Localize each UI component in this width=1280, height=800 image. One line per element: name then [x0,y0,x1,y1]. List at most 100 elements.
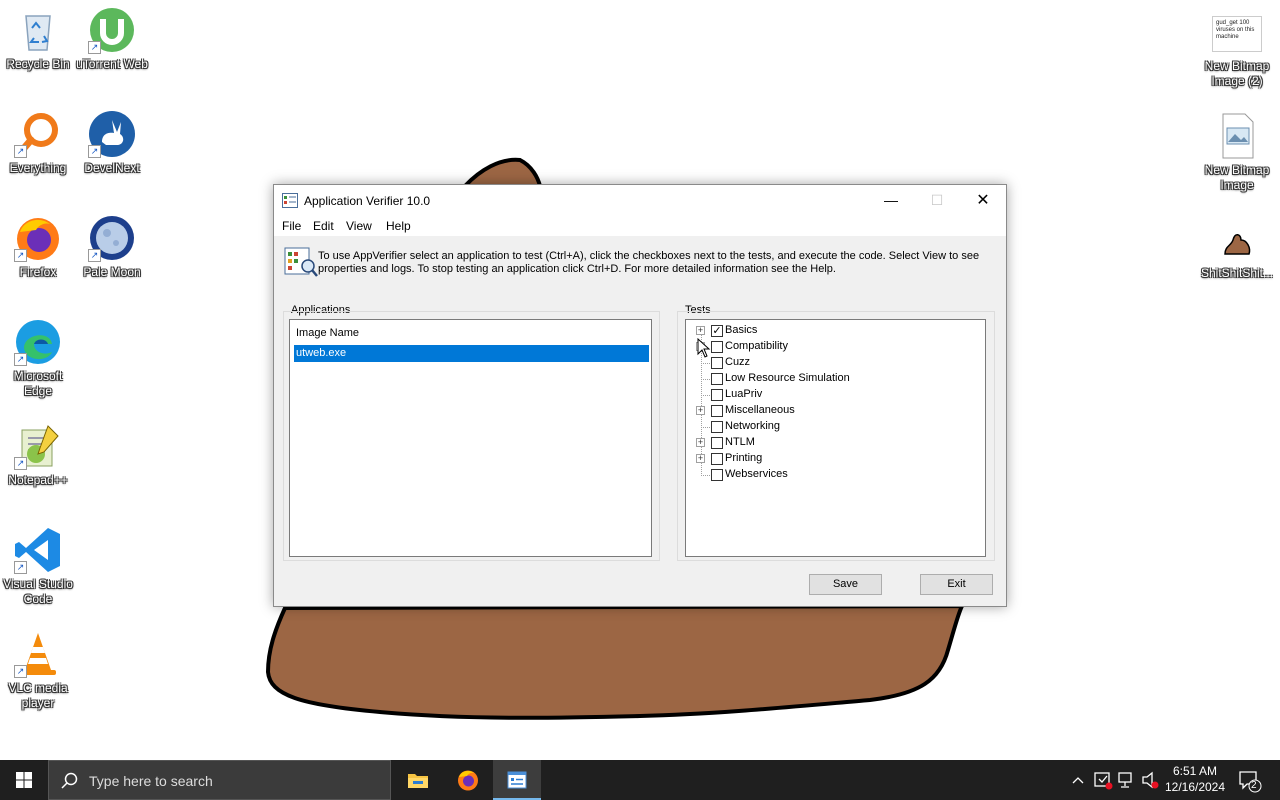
application-row-selected[interactable]: utweb.exe [294,345,649,362]
menu-bar: File Edit View Help [274,216,1006,236]
info-checklist-icon [284,247,318,277]
desktop-icon-vlc[interactable]: ↗ VLC media player [0,630,76,711]
desktop-icon-notepad-plus-plus[interactable]: ↗ Notepad++ [0,422,76,488]
desktop-icon-develnext[interactable]: ↗ DevelNext [74,110,150,176]
shortcut-arrow-icon: ↗ [14,665,27,678]
window-title: Application Verifier 10.0 [304,194,431,208]
tests-tree[interactable]: + ✓Basics +CompatibilityCuzzLow Resource S… [685,319,986,557]
desktop-icon-label: uTorrent Web [76,57,148,71]
test-item[interactable]: + ✓ Basics [686,323,976,339]
test-checkbox[interactable] [711,453,723,465]
applications-list[interactable]: Image Name utweb.exe [289,319,652,557]
desktop-icon-shitshitshit[interactable]: ShitShitShit... [1199,222,1275,281]
test-checkbox[interactable] [711,341,723,353]
show-hidden-icons-button[interactable] [1068,760,1088,800]
tray-security-icon-button[interactable] [1092,760,1114,800]
taskbar-search-box[interactable]: Type here to search [48,760,391,800]
desktop-icon-recycle-bin[interactable]: Recycle Bin [0,6,76,72]
desktop-icon-firefox[interactable]: ↗ Firefox [0,214,76,280]
menu-file[interactable]: File [282,219,301,233]
test-checkbox[interactable] [711,373,723,385]
clock-time: 6:51 AM [1172,764,1218,778]
desktop-icon-label: ShitShitShit... [1200,266,1274,280]
maximize-button: ☐ [914,185,960,216]
test-label: NTLM [725,436,755,448]
network-icon [1118,772,1132,788]
test-item[interactable]: Webservices [686,467,976,483]
taskbar-firefox[interactable] [444,760,492,800]
menu-edit[interactable]: Edit [313,219,334,233]
taskbar: Type here to search 6:51 AM 12/16/2024 2 [0,760,1280,800]
expand-icon[interactable]: + [696,326,705,335]
minimize-icon: — [884,192,898,208]
desktop-icon-label: Notepad++ [8,473,68,487]
test-item[interactable]: +Compatibility [686,339,976,355]
save-button[interactable]: Save [809,574,882,595]
test-label: Webservices [725,468,788,480]
shortcut-arrow-icon: ↗ [88,145,101,158]
desktop-icon-everything[interactable]: ↗ Everything [0,110,76,176]
expand-icon[interactable]: + [696,438,705,447]
taskbar-file-explorer[interactable] [394,760,442,800]
shortcut-arrow-icon: ↗ [14,249,27,262]
desktop-icon-label: Everything [9,161,67,175]
test-checkbox[interactable] [711,421,723,433]
desktop-icon-label: Recycle Bin [6,57,70,71]
network-button[interactable] [1116,760,1138,800]
recycle-bin-icon [25,15,51,51]
desktop-icon-vscode[interactable]: ↗ Visual Studio Code [0,526,76,607]
bitmap-thumbnail: gud_get 100 viruses on this machine [1212,16,1262,52]
volume-button[interactable] [1140,760,1162,800]
desktop-icon-label: DevelNext [84,161,140,175]
test-checkbox[interactable] [711,389,723,401]
notification-count-badge: 2 [1251,780,1257,791]
test-label: Basics [725,324,758,336]
test-checkbox[interactable] [711,437,723,449]
action-center-button[interactable]: 2 [1234,760,1270,800]
expand-icon[interactable]: + [696,406,705,415]
minimize-button[interactable]: — [868,185,914,216]
mouse-cursor-icon [697,338,711,358]
desktop-icon-utorrent-web[interactable]: ↗ uTorrent Web [74,6,150,72]
taskbar-clock[interactable]: 6:51 AM 12/16/2024 [1160,763,1230,795]
shortcut-arrow-icon: ↗ [14,353,27,366]
search-icon [61,772,78,789]
test-checkbox[interactable] [711,469,723,481]
image-name-column-header[interactable]: Image Name [296,327,359,339]
tree-connector [701,363,710,364]
test-item[interactable]: Low Resource Simulation [686,371,976,387]
desktop-icon-label: Visual Studio Code [3,577,73,606]
volume-muted-icon [1142,771,1159,789]
close-button[interactable]: ✕ [960,185,1006,216]
shortcut-arrow-icon: ↗ [88,41,101,54]
test-item[interactable]: + Miscellaneous [686,403,976,419]
shortcut-arrow-icon: ↗ [14,145,27,158]
menu-view[interactable]: View [346,219,372,233]
desktop-icon-pale-moon[interactable]: ↗ Pale Moon [74,214,150,280]
test-label: Printing [725,452,763,464]
test-item[interactable]: Cuzz [686,355,976,371]
app-verifier-icon [507,771,527,789]
test-checkbox[interactable] [711,405,723,417]
test-item[interactable]: + Printing [686,451,976,467]
expand-icon[interactable]: + [696,454,705,463]
shortcut-arrow-icon: ↗ [88,249,101,262]
title-bar[interactable]: Application Verifier 10.0 — ☐ ✕ [274,185,1006,216]
desktop-icon-new-bitmap-image[interactable]: New Bitmap Image [1199,112,1275,193]
test-item[interactable]: LuaPriv [686,387,976,403]
test-checkbox[interactable] [711,357,723,369]
desktop-icon-new-bitmap-image-2[interactable]: gud_get 100 viruses on this machine New … [1199,16,1275,89]
test-label: Low Resource Simulation [725,372,850,384]
exit-button[interactable]: Exit [920,574,993,595]
desktop-icon-microsoft-edge[interactable]: ↗ Microsoft Edge [0,318,76,399]
test-item[interactable]: + NTLM [686,435,976,451]
test-label: LuaPriv [725,388,763,400]
windows-logo-icon [16,772,32,788]
clock-date: 12/16/2024 [1164,780,1226,794]
start-button[interactable] [0,760,48,800]
test-item[interactable]: Networking [686,419,976,435]
test-checkbox[interactable]: ✓ [711,325,723,337]
taskbar-app-verifier[interactable] [493,760,541,800]
menu-help[interactable]: Help [386,219,411,233]
bitmap-file-icon [1222,113,1254,159]
